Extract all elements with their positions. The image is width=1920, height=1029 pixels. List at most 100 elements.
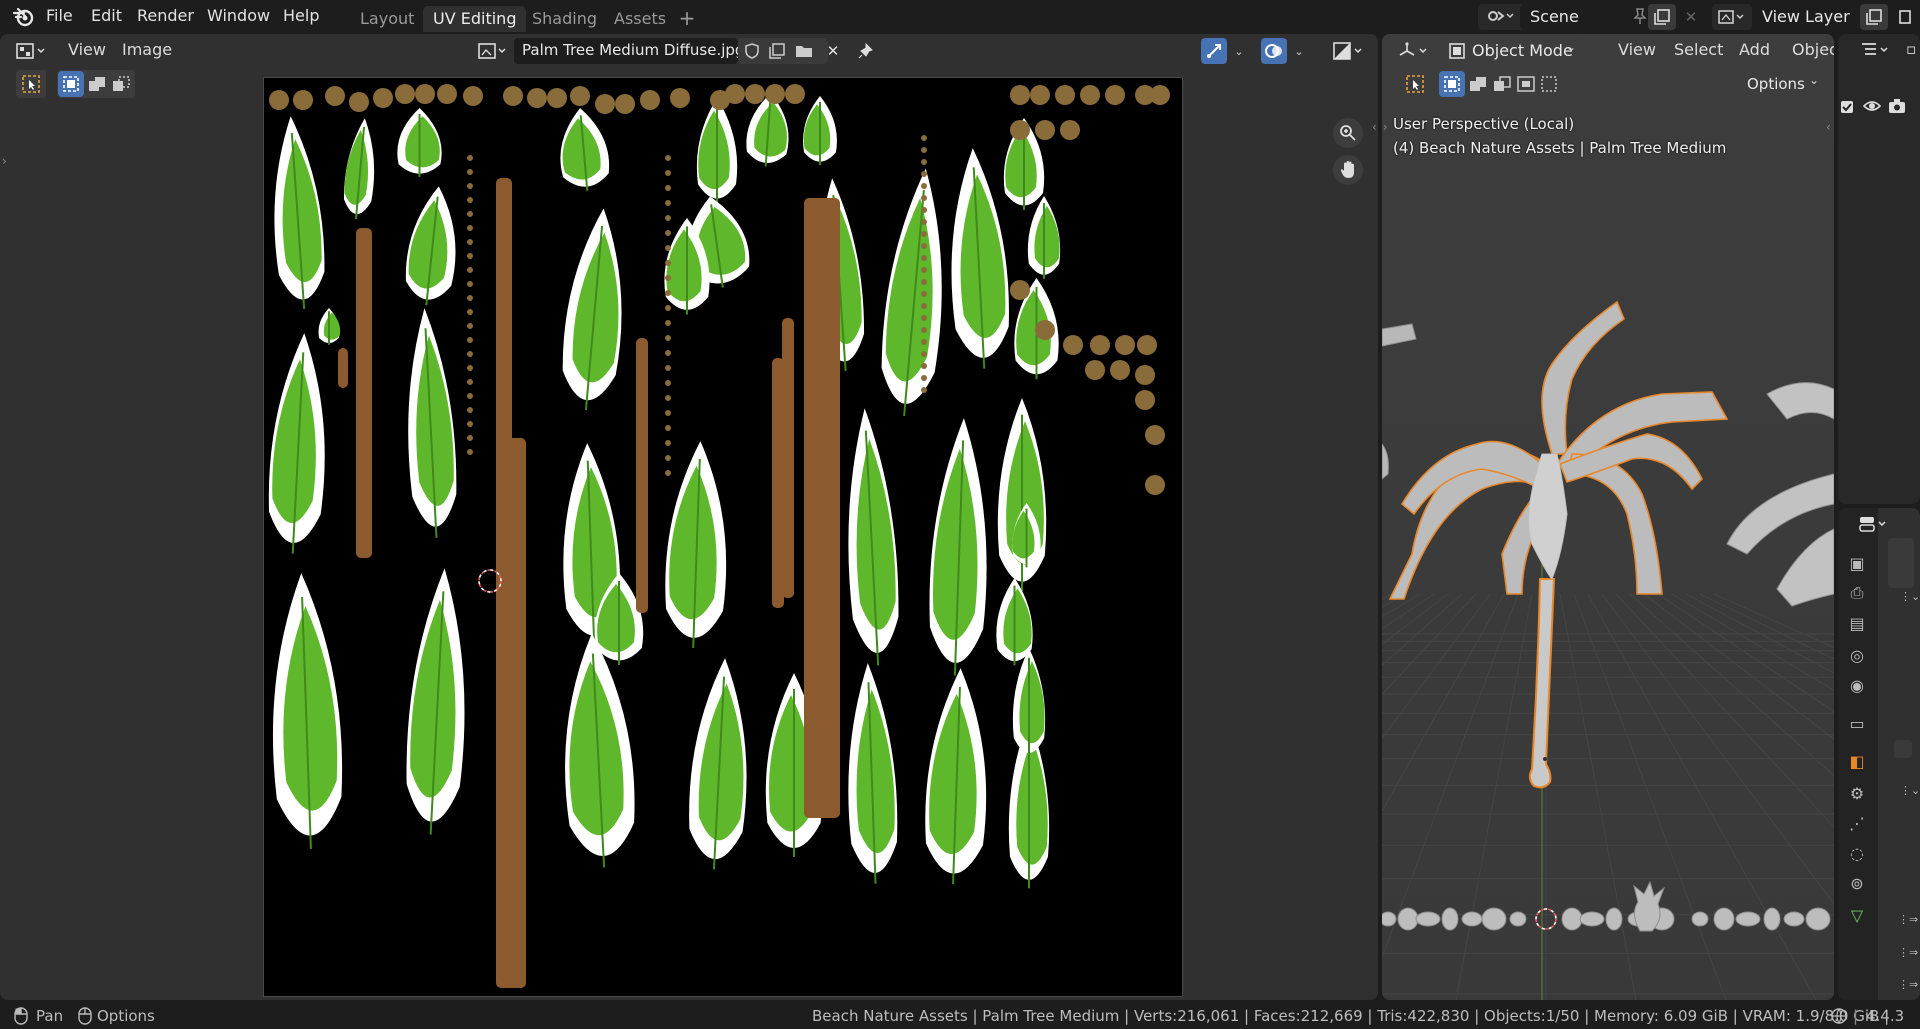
- select-extend-icon[interactable]: [87, 75, 107, 97]
- texture-dot-island: [1105, 85, 1125, 105]
- texture-dot-island: [467, 281, 473, 287]
- mode-new-selection-button[interactable]: [58, 71, 84, 97]
- bark-strip: [804, 198, 840, 818]
- select-tool-button[interactable]: [16, 70, 46, 98]
- close-image-icon[interactable]: ✕: [820, 39, 846, 63]
- overlays-button[interactable]: [1261, 38, 1287, 64]
- fake-user-shield-icon[interactable]: [743, 42, 761, 64]
- menu-select[interactable]: Select: [1674, 40, 1723, 64]
- new-scene-button[interactable]: [1648, 4, 1676, 30]
- duplicate-icon[interactable]: [768, 42, 786, 64]
- select-subtract-icon[interactable]: [1492, 75, 1512, 97]
- toolbar-expand-icon[interactable]: ‹›: [1382, 120, 1388, 134]
- properties-tab-collection-icon[interactable]: ▭: [1842, 708, 1872, 738]
- menu-window[interactable]: Window: [207, 6, 270, 28]
- options-dropdown[interactable]: Options ⌄: [1737, 71, 1825, 97]
- pin-icon[interactable]: [1632, 7, 1648, 29]
- menu-object[interactable]: Object: [1792, 40, 1834, 64]
- network-globe-icon[interactable]: [1830, 1007, 1850, 1029]
- add-workspace-icon[interactable]: +: [674, 6, 700, 30]
- open-folder-icon[interactable]: [794, 42, 814, 64]
- tab-shading[interactable]: Shading: [522, 6, 607, 32]
- sidebar-expand-icon[interactable]: ‹: [1372, 120, 1377, 134]
- editor-type-properties-icon[interactable]: [1854, 512, 1894, 536]
- menu-add[interactable]: Add: [1739, 40, 1770, 64]
- uv-sync-selection-button[interactable]: [1201, 38, 1227, 64]
- mode-dropdown[interactable]: Object Mode ⌄: [1442, 38, 1584, 64]
- texture-dot-island: [921, 147, 927, 153]
- editor-type-image-icon[interactable]: [14, 39, 50, 63]
- tab-layout[interactable]: Layout: [350, 6, 424, 32]
- select-intersect-icon[interactable]: [1540, 75, 1560, 97]
- menu-file[interactable]: File: [46, 6, 73, 28]
- properties-tab-scene-icon[interactable]: ◎: [1842, 640, 1872, 670]
- properties-tab-render-icon[interactable]: ▣: [1842, 548, 1872, 578]
- texture-dot-island: [467, 323, 473, 329]
- panel-collapse-icon[interactable]: ⋮⌄: [1900, 590, 1920, 603]
- menu-edit[interactable]: Edit: [91, 6, 122, 28]
- editor-type-3d-icon[interactable]: [1396, 39, 1432, 63]
- image-browse-dropdown[interactable]: [474, 38, 514, 64]
- menu-render[interactable]: Render: [137, 6, 194, 28]
- filter-icon[interactable]: ▫: [1906, 40, 1916, 58]
- sidebar-expand-icon[interactable]: ‹: [1826, 120, 1831, 134]
- texture-dot-island: [1090, 335, 1110, 355]
- tab-uv-editing[interactable]: UV Editing: [423, 6, 527, 32]
- new-view-layer-button[interactable]: [1860, 4, 1888, 30]
- properties-tab-constraints-icon[interactable]: ⊚: [1842, 868, 1872, 898]
- texture-leaf-island: [562, 208, 622, 411]
- copy-icon[interactable]: [1893, 5, 1919, 29]
- properties-tab-output-icon[interactable]: ⎙: [1842, 578, 1872, 608]
- texture-leaf-island: [565, 633, 635, 868]
- select-invert-icon[interactable]: [1516, 75, 1536, 97]
- uv-texture-canvas[interactable]: [263, 77, 1183, 997]
- menu-view[interactable]: View: [1618, 40, 1656, 64]
- select-subtract-icon[interactable]: [111, 75, 131, 97]
- select-extend-icon[interactable]: [1468, 75, 1488, 97]
- texture-dot-island: [467, 421, 473, 427]
- camera-icon[interactable]: [1888, 98, 1906, 118]
- properties-tab-object-icon[interactable]: ◧: [1842, 746, 1872, 776]
- chevron-down-icon[interactable]: ⌄: [1286, 39, 1312, 63]
- blender-logo-icon[interactable]: [10, 5, 36, 29]
- delete-scene-icon[interactable]: ✕: [1678, 5, 1704, 29]
- properties-tab-physics-icon[interactable]: ◌: [1842, 838, 1872, 868]
- properties-tab-wrench-icon[interactable]: ⚙: [1842, 778, 1872, 808]
- chevron-down-icon[interactable]: ⌄: [1226, 39, 1252, 63]
- menu-view[interactable]: View: [68, 40, 106, 64]
- properties-tab-particles-icon[interactable]: ⋰: [1842, 808, 1872, 838]
- image-name-field[interactable]: Palm Tree Medium Diffuse.jpg: [514, 38, 744, 64]
- editor-type-outliner-icon[interactable]: [1856, 38, 1896, 62]
- tab-assets[interactable]: Assets: [604, 6, 676, 32]
- view-layer-icon: [1717, 8, 1747, 30]
- drag-handle-icon[interactable]: ⋮⇒: [1898, 946, 1918, 959]
- 3d-viewport[interactable]: Object Mode ⌄ View Select Add Object Opt…: [1382, 34, 1834, 1000]
- texture-dot-island: [665, 275, 671, 281]
- display-channels-icon[interactable]: [1330, 39, 1370, 63]
- menu-help[interactable]: Help: [283, 6, 319, 28]
- properties-tab-view-layer-icon[interactable]: ▤: [1842, 608, 1872, 638]
- properties-tab-data-icon[interactable]: ▽: [1842, 900, 1872, 930]
- property-field[interactable]: [1894, 740, 1912, 758]
- asset-object: [1579, 911, 1605, 927]
- toolbar-expand-icon[interactable]: ›: [2, 154, 7, 168]
- texture-dot-island: [1110, 360, 1130, 380]
- menu-image[interactable]: Image: [122, 40, 172, 64]
- select-tool-button[interactable]: [1400, 70, 1430, 98]
- drag-handle-icon[interactable]: ⋮⇒: [1898, 978, 1918, 991]
- properties-tab-world-icon[interactable]: ◉: [1842, 670, 1872, 700]
- pan-button[interactable]: [1333, 155, 1363, 185]
- checkbox-icon[interactable]: [1840, 100, 1854, 118]
- texture-dot-island: [921, 375, 927, 381]
- zoom-button[interactable]: [1333, 118, 1363, 148]
- view-layer-type-dropdown[interactable]: [1712, 4, 1752, 30]
- texture-dot-island: [1085, 360, 1105, 380]
- pin-icon[interactable]: [853, 39, 879, 63]
- texture-dot-island: [1135, 390, 1155, 410]
- eye-icon[interactable]: [1862, 98, 1882, 118]
- mode-new-selection-button[interactable]: [1439, 71, 1465, 97]
- view-layer-name-field[interactable]: View Layer: [1752, 4, 1862, 30]
- panel-collapse-icon[interactable]: ⋮⌄: [1900, 784, 1920, 797]
- texture-dot-island: [1145, 475, 1165, 495]
- drag-handle-icon[interactable]: ⋮⇒: [1898, 913, 1918, 926]
